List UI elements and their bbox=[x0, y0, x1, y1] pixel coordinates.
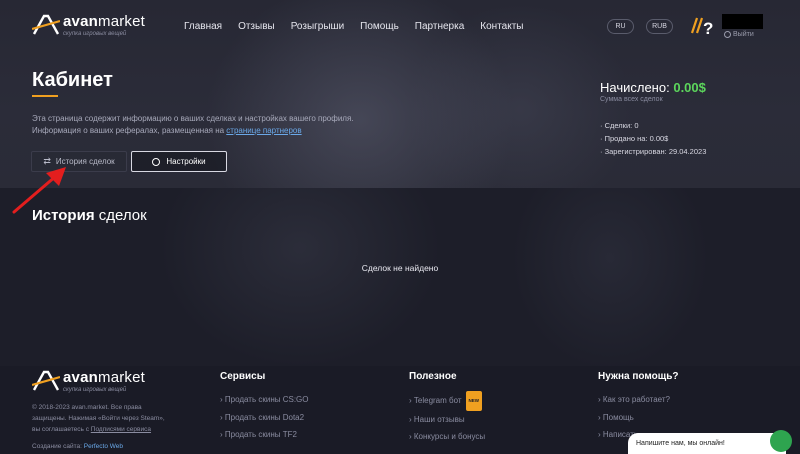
footer-logo-mark-icon bbox=[32, 370, 60, 391]
user-avatar[interactable] bbox=[722, 14, 763, 29]
stat-registered: · Зарегистрирован: 29.04.2023 bbox=[600, 147, 707, 156]
empty-state-text: Сделок не найдено bbox=[361, 263, 439, 273]
nav-partner[interactable]: Партнерка bbox=[415, 21, 464, 32]
footer-link-dota2[interactable]: › Продать скины Dota2 bbox=[220, 409, 309, 427]
logo-tagline: скупка игровых вещей bbox=[63, 31, 127, 37]
footer-copyright: © 2018-2023 avan.market. Все права защищ… bbox=[32, 404, 165, 450]
useful-title: Полезное bbox=[409, 371, 457, 382]
chat-widget-button[interactable]: Напишите нам, мы онлайн! bbox=[628, 430, 792, 454]
new-badge: NEW bbox=[465, 391, 483, 411]
logout-link[interactable]: Выйти bbox=[724, 31, 754, 38]
logout-label: Выйти bbox=[733, 31, 754, 38]
footer-link-csgo[interactable]: › Продать скины CS:GO bbox=[220, 391, 309, 409]
stat-deals: · Сделки: 0 bbox=[600, 121, 639, 130]
currency-selector[interactable]: RUB bbox=[646, 19, 673, 34]
logo-mark-icon bbox=[32, 14, 60, 35]
footer-logo[interactable]: avanmarket скупка игровых вещей bbox=[32, 370, 145, 394]
svg-text:?: ? bbox=[703, 19, 713, 37]
description-line-1: Эта страница содержит информацию о ваших… bbox=[32, 114, 354, 123]
footer-link-how-it-works[interactable]: › Как это работает? bbox=[598, 391, 678, 409]
partners-page-link[interactable]: странице партнеров bbox=[226, 126, 301, 135]
accrued-total: Начислено: 0.00$ bbox=[600, 80, 706, 95]
nav-home[interactable]: Главная bbox=[184, 21, 222, 32]
title-underline bbox=[32, 95, 58, 97]
accrued-value: 0.00$ bbox=[673, 80, 706, 95]
footer-link-help[interactable]: › Помощь bbox=[598, 409, 678, 427]
nav-giveaways[interactable]: Розыгрыши bbox=[291, 21, 344, 32]
account-stats: · Сделки: 0 · Продано на: 0.00$ · Зареги… bbox=[600, 119, 706, 158]
chat-status-icon bbox=[770, 430, 792, 452]
main-nav: Главная Отзывы Розыгрыши Помощь Партнерк… bbox=[184, 21, 539, 32]
nav-help[interactable]: Помощь bbox=[360, 21, 399, 32]
tab-settings[interactable]: Настройки bbox=[131, 151, 227, 172]
page-title: Кабинет bbox=[32, 69, 113, 91]
footer-link-telegram[interactable]: › Telegram бот NEW bbox=[409, 391, 485, 411]
footer-logo-name: avanmarket bbox=[63, 369, 146, 386]
tab-settings-label: Настройки bbox=[166, 157, 206, 166]
developer-link[interactable]: Perfecto Web bbox=[84, 443, 123, 450]
power-icon bbox=[724, 31, 731, 38]
accrued-subtitle: Сумма всех сделок bbox=[600, 96, 663, 103]
chat-label: Напишите нам, мы онлайн! bbox=[636, 440, 725, 447]
footer-link-contests[interactable]: › Конкурсы и бонусы bbox=[409, 428, 485, 446]
site-logo[interactable]: avanmarket скупка игровых вещей bbox=[32, 14, 145, 38]
nav-contacts[interactable]: Контакты bbox=[480, 21, 523, 32]
footer-services: Сервисы › Продать скины CS:GO › Продать … bbox=[220, 371, 309, 444]
stat-sold: · Продано на: 0.00$ bbox=[600, 134, 669, 143]
gear-icon bbox=[152, 157, 161, 166]
description-line-2: Информация о ваших рефералах, размещенна… bbox=[32, 126, 302, 135]
footer-link-tf2[interactable]: › Продать скины TF2 bbox=[220, 426, 309, 444]
page-description: Эта страница содержит информацию о ваших… bbox=[32, 113, 412, 137]
nav-reviews[interactable]: Отзывы bbox=[238, 21, 275, 32]
help-question-icon[interactable]: ? bbox=[687, 15, 713, 37]
footer-useful: Полезное › Telegram бот NEW › Наши отзывы… bbox=[409, 371, 485, 446]
help-title: Нужна помощь? bbox=[598, 371, 679, 382]
language-selector[interactable]: RU bbox=[607, 19, 634, 34]
terms-link[interactable]: Подписями сервиса bbox=[91, 426, 151, 433]
logo-name: avanmarket bbox=[63, 13, 146, 30]
footer-logo-tagline: скупка игровых вещей bbox=[63, 387, 127, 393]
footer-link-reviews[interactable]: › Наши отзывы bbox=[409, 411, 485, 429]
services-title: Сервисы bbox=[220, 371, 266, 382]
history-title: История сделок bbox=[32, 207, 147, 224]
